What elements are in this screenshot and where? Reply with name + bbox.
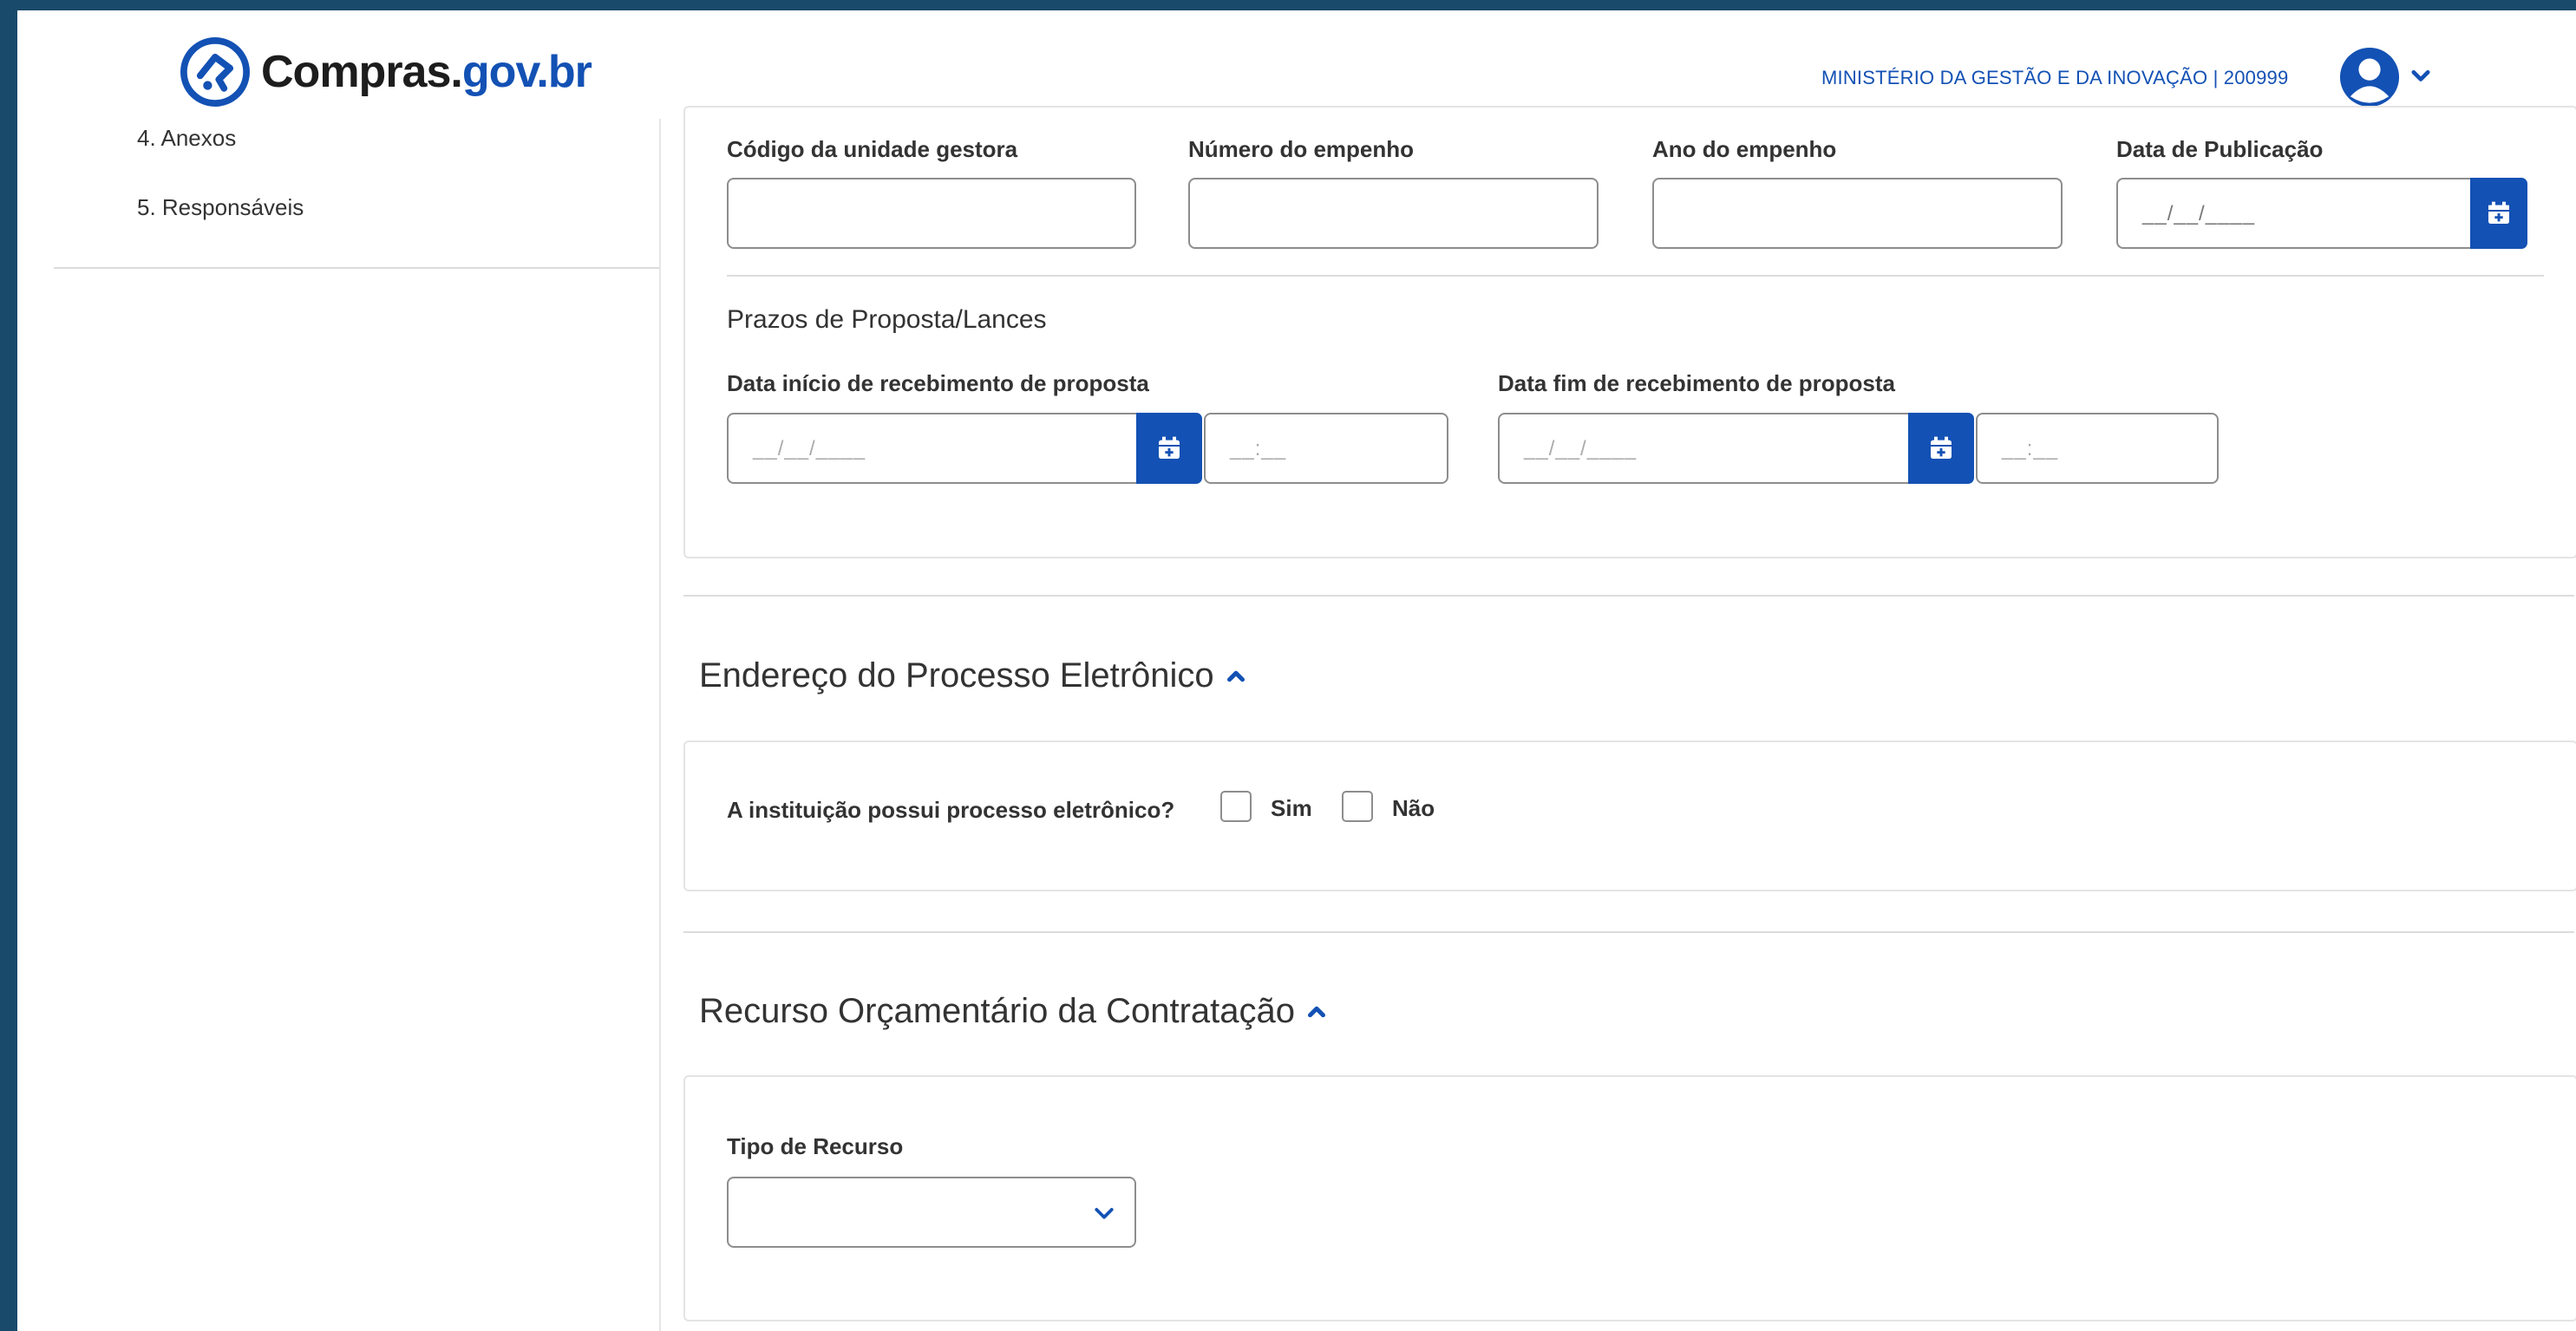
card-divider (727, 275, 2544, 277)
codigo-unidade-input[interactable] (727, 178, 1136, 249)
tipo-recurso-select[interactable] (727, 1177, 1136, 1248)
section-divider (683, 931, 2574, 933)
calendar-button-publicacao[interactable] (2470, 178, 2527, 249)
data-inicio-input[interactable]: __/__/____ (727, 413, 1154, 484)
chevron-up-icon (1226, 670, 1245, 682)
data-inicio-placeholder: __/__/____ (753, 437, 866, 460)
sidebar-divider (54, 267, 661, 269)
ano-empenho-label: Ano do empenho (1652, 136, 1837, 162)
logo-text-compras: Compras. (261, 47, 463, 97)
data-fim-label: Data fim de recebimento de proposta (1498, 370, 1895, 396)
organization-label[interactable]: MINISTÉRIO DA GESTÃO E DA INOVAÇÃO | 200… (1821, 67, 2288, 89)
recurso-section-title-text: Recurso Orçamentário da Contratação (699, 992, 1295, 1030)
processo-section-title[interactable]: Endereço do Processo Eletrônico (699, 656, 1249, 695)
logo[interactable]: Compras.gov.br (178, 35, 592, 109)
data-publicacao-input[interactable]: __/__/____ (2116, 178, 2472, 249)
calendar-icon (1931, 436, 1952, 459)
data-publicacao-label: Data de Publicação (2116, 136, 2324, 162)
sidebar-border (659, 119, 661, 1331)
chevron-up-icon (1308, 1006, 1325, 1017)
logo-text-govbr: gov.br (461, 47, 592, 97)
header: Compras.gov.br MINISTÉRIO DA GESTÃO E DA… (17, 10, 2576, 119)
data-inicio-label: Data início de recebimento de proposta (727, 370, 1149, 396)
recurso-section-title[interactable]: Recurso Orçamentário da Contratação (699, 992, 1330, 1031)
logo-icon (180, 37, 250, 107)
calendar-button-fim[interactable] (1908, 413, 1974, 484)
app-window: Compras.gov.br MINISTÉRIO DA GESTÃO E DA… (17, 10, 2576, 1331)
prazos-heading: Prazos de Proposta/Lances (727, 305, 1047, 334)
sidebar-item-responsaveis[interactable]: 5. Responsáveis (137, 194, 304, 221)
sidebar-item-anexos[interactable]: 4. Anexos (137, 125, 236, 152)
tipo-recurso-label: Tipo de Recurso (727, 1133, 904, 1159)
calendar-button-inicio[interactable] (1136, 413, 1202, 484)
numero-empenho-label: Número do empenho (1188, 136, 1415, 162)
sim-checkbox[interactable] (1220, 791, 1252, 822)
ano-empenho-input[interactable] (1652, 178, 2063, 249)
processo-section-title-text: Endereço do Processo Eletrônico (699, 656, 1214, 695)
data-publicacao-placeholder: __/__/____ (2142, 202, 2256, 225)
hora-inicio-input[interactable]: __:__ (1204, 413, 1448, 484)
hora-fim-placeholder: __:__ (2002, 437, 2059, 460)
processo-question: A instituição possui processo eletrônico… (727, 797, 1175, 823)
hora-fim-input[interactable]: __:__ (1976, 413, 2219, 484)
sim-label[interactable]: Sim (1271, 795, 1312, 822)
nao-label[interactable]: Não (1392, 795, 1435, 822)
calendar-icon (1159, 436, 1180, 459)
numero-empenho-input[interactable] (1188, 178, 1599, 249)
data-fim-input[interactable]: __/__/____ (1498, 413, 1925, 484)
chevron-down-icon (1095, 1208, 1114, 1219)
codigo-unidade-label: Código da unidade gestora (727, 136, 1018, 162)
section-divider (683, 595, 2574, 597)
calendar-icon (2488, 201, 2509, 224)
data-fim-placeholder: __/__/____ (1524, 437, 1638, 460)
user-avatar-icon[interactable] (2337, 45, 2402, 109)
nao-checkbox[interactable] (1342, 791, 1373, 822)
hora-inicio-placeholder: __:__ (1230, 437, 1287, 460)
chevron-down-icon[interactable] (2409, 64, 2433, 88)
logo-text: Compras.gov.br (261, 46, 592, 98)
